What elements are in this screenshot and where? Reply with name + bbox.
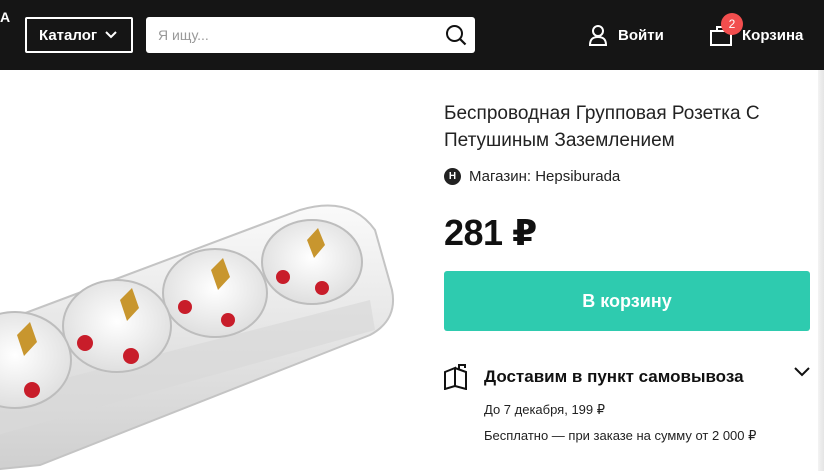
shop-link[interactable]: H Магазин: Hepsiburada (444, 165, 620, 187)
scrollbar-edge (818, 70, 824, 471)
search-box (146, 17, 475, 53)
chevron-down-icon[interactable] (794, 367, 810, 377)
delivery-free-threshold: Бесплатно — при заказе на сумму от 2 000… (484, 428, 757, 443)
login-label: Войти (618, 26, 664, 44)
user-icon (588, 25, 608, 46)
delivery-date-cost: До 7 декабря, 199 ₽ (484, 402, 606, 417)
delivery-toggle[interactable]: Доставим в пункт самовывоза (442, 362, 812, 392)
pickup-point-icon (444, 364, 467, 390)
cart-icon-wrap: 2 (708, 13, 743, 47)
product-image[interactable] (0, 70, 420, 471)
shop-logo-icon: H (444, 167, 461, 185)
product-title: Беспроводная Групповая Розетка С Петушин… (444, 103, 760, 151)
login-button[interactable]: Войти (588, 23, 664, 47)
cart-label: Корзина (742, 26, 804, 44)
top-bar: A Каталог Войти 2 Корзина (0, 0, 824, 70)
catalog-button[interactable]: Каталог (25, 17, 133, 53)
chevron-down-icon (105, 31, 117, 39)
add-to-cart-button[interactable]: В корзину (444, 271, 810, 331)
search-input[interactable] (146, 17, 426, 53)
shop-label: Магазин: Hepsiburada (469, 167, 621, 185)
logo[interactable]: A (0, 9, 10, 25)
delivery-title: Доставим в пункт самовывоза (484, 367, 744, 386)
catalog-label: Каталог (39, 26, 98, 44)
power-strip-image (0, 204, 394, 471)
product-price: 281 ₽ (444, 212, 537, 253)
search-icon[interactable] (445, 24, 467, 46)
cart-count-badge: 2 (721, 13, 743, 35)
cart-button[interactable]: 2 Корзина (708, 13, 804, 47)
